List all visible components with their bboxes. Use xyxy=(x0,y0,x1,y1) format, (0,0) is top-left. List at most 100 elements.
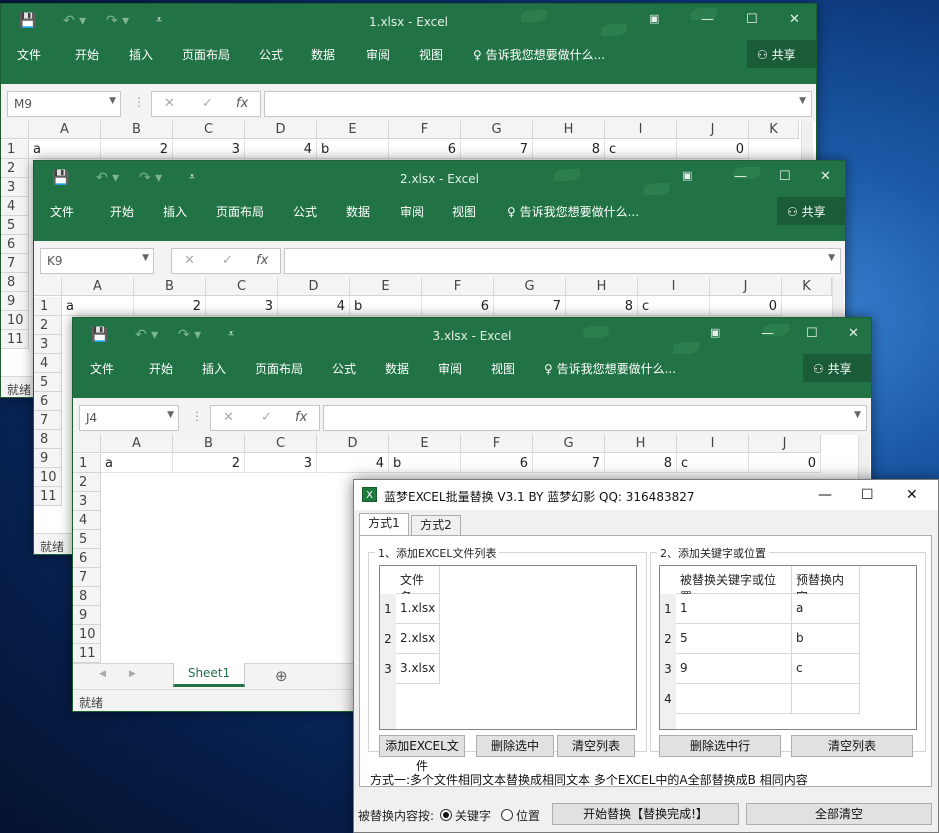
column-header[interactable]: C xyxy=(173,121,245,139)
tab-insert[interactable]: 插入 xyxy=(163,203,187,220)
cancel-icon[interactable]: ✕ xyxy=(223,410,234,425)
tab-method1[interactable]: 方式1 xyxy=(359,513,409,535)
row-header[interactable]: 6 xyxy=(1,235,29,254)
minimize-icon[interactable]: — xyxy=(734,169,747,184)
row-header[interactable]: 9 xyxy=(34,449,62,468)
column-header[interactable]: J xyxy=(749,435,821,453)
minimize-icon[interactable]: — xyxy=(818,487,832,503)
keyword-cell[interactable]: 5 xyxy=(676,624,792,654)
confirm-icon[interactable]: ✓ xyxy=(261,410,272,425)
formula-input[interactable]: ▼ xyxy=(264,91,812,117)
column-header[interactable]: B xyxy=(173,435,245,453)
row-header[interactable]: 6 xyxy=(34,392,62,411)
cancel-icon[interactable]: ✕ xyxy=(164,96,175,111)
cell[interactable]: 8 xyxy=(605,454,677,473)
row-header[interactable]: 3 xyxy=(34,335,62,354)
ribbon-display-icon[interactable]: ▣ xyxy=(682,169,692,182)
tab-review[interactable]: 审阅 xyxy=(366,46,390,63)
row-header[interactable]: 1 xyxy=(34,297,62,316)
keyword-table[interactable]: 被替换关键字或位置 预替换内容 1 1 a 2 5 b 3 9 c 4 xyxy=(659,565,917,730)
row-header[interactable]: 3 xyxy=(73,492,101,511)
ribbon-display-icon[interactable]: ▣ xyxy=(649,12,659,25)
row-header[interactable]: 8 xyxy=(34,430,62,449)
tab-insert[interactable]: 插入 xyxy=(129,46,153,63)
formula-input[interactable]: ▼ xyxy=(323,405,867,431)
column-header[interactable]: K xyxy=(749,121,799,139)
cell[interactable]: 6 xyxy=(389,140,461,159)
tab-formulas[interactable]: 公式 xyxy=(332,360,356,377)
confirm-icon[interactable]: ✓ xyxy=(202,96,213,111)
file-row[interactable]: 3.xlsx xyxy=(396,654,440,684)
tab-formulas[interactable]: 公式 xyxy=(293,203,317,220)
close-icon[interactable]: ✕ xyxy=(906,487,918,503)
expand-icon[interactable]: ▼ xyxy=(828,253,835,263)
file-row[interactable]: 2.xlsx xyxy=(396,624,440,654)
tab-insert[interactable]: 插入 xyxy=(202,360,226,377)
cell[interactable]: a xyxy=(29,140,101,159)
tab-file[interactable]: 文件 xyxy=(90,360,114,377)
tab-home[interactable]: 开始 xyxy=(110,203,134,220)
cell[interactable]: 2 xyxy=(173,454,245,473)
replacement-cell[interactable]: c xyxy=(792,654,860,684)
clear-list-button[interactable]: 清空列表 xyxy=(557,735,635,757)
row-header[interactable]: 1 xyxy=(1,140,29,159)
column-header[interactable]: D xyxy=(245,121,317,139)
row-header[interactable]: 4 xyxy=(1,197,29,216)
function-icon[interactable]: fx xyxy=(256,253,268,268)
select-all[interactable] xyxy=(73,435,101,453)
column-header[interactable]: F xyxy=(461,435,533,453)
cell[interactable]: a xyxy=(62,297,134,316)
row-header[interactable]: 3 xyxy=(1,178,29,197)
row-header[interactable]: 10 xyxy=(34,468,62,487)
cell[interactable]: b xyxy=(317,140,389,159)
column-header[interactable]: H xyxy=(533,121,605,139)
tab-data[interactable]: 数据 xyxy=(385,360,409,377)
formula-input[interactable]: ▼ xyxy=(284,248,841,274)
column-header[interactable]: F xyxy=(422,278,494,296)
tell-me-box[interactable]: ♀ 告诉我您想要做什么... xyxy=(473,46,605,63)
select-all[interactable] xyxy=(34,278,62,296)
cell[interactable]: 7 xyxy=(461,140,533,159)
column-header[interactable]: I xyxy=(677,435,749,453)
cell[interactable]: 0 xyxy=(710,297,782,316)
row-header[interactable]: 11 xyxy=(34,487,62,506)
tab-page-layout[interactable]: 页面布局 xyxy=(216,203,264,220)
column-header[interactable]: I xyxy=(638,278,710,296)
column-header[interactable]: J xyxy=(677,121,749,139)
row-header[interactable]: 4 xyxy=(34,354,62,373)
row-header[interactable]: 11 xyxy=(73,644,101,663)
ribbon-display-icon[interactable]: ▣ xyxy=(710,326,720,339)
column-header[interactable]: K xyxy=(782,278,832,296)
share-button[interactable]: ⚇ 共享 xyxy=(747,40,816,68)
scroll-right-icon[interactable]: ▶ xyxy=(129,669,136,679)
cell[interactable]: 6 xyxy=(461,454,533,473)
column-header[interactable]: J xyxy=(710,278,782,296)
tab-review[interactable]: 审阅 xyxy=(400,203,424,220)
row-header[interactable]: 9 xyxy=(73,606,101,625)
tell-me-box[interactable]: ♀ 告诉我您想要做什么... xyxy=(507,203,639,220)
keyword-cell[interactable]: 1 xyxy=(676,594,792,624)
row-header[interactable]: 7 xyxy=(73,568,101,587)
row-header[interactable]: 4 xyxy=(73,511,101,530)
cell[interactable]: 3 xyxy=(206,297,278,316)
row-header[interactable]: 8 xyxy=(73,587,101,606)
tab-data[interactable]: 数据 xyxy=(311,46,335,63)
cell[interactable]: 3 xyxy=(245,454,317,473)
row-header[interactable]: 8 xyxy=(1,273,29,292)
name-box[interactable]: J4 ▼ xyxy=(79,405,179,431)
cell[interactable]: 6 xyxy=(422,297,494,316)
sheet-tab-sheet1[interactable]: Sheet1 xyxy=(173,663,245,687)
tab-data[interactable]: 数据 xyxy=(346,203,370,220)
tab-review[interactable]: 审阅 xyxy=(438,360,462,377)
select-all[interactable] xyxy=(1,121,29,139)
chevron-down-icon[interactable]: ▼ xyxy=(109,96,116,106)
column-header[interactable]: E xyxy=(317,121,389,139)
column-header[interactable]: G xyxy=(494,278,566,296)
tab-view[interactable]: 视图 xyxy=(491,360,515,377)
column-header[interactable]: F xyxy=(389,121,461,139)
maximize-icon[interactable]: ☐ xyxy=(779,169,791,184)
chevron-down-icon[interactable]: ▼ xyxy=(167,410,174,420)
column-header[interactable]: E xyxy=(389,435,461,453)
delete-selected-button[interactable]: 删除选中 xyxy=(476,735,554,757)
keyword-column-header[interactable]: 被替换关键字或位置 xyxy=(676,566,792,604)
